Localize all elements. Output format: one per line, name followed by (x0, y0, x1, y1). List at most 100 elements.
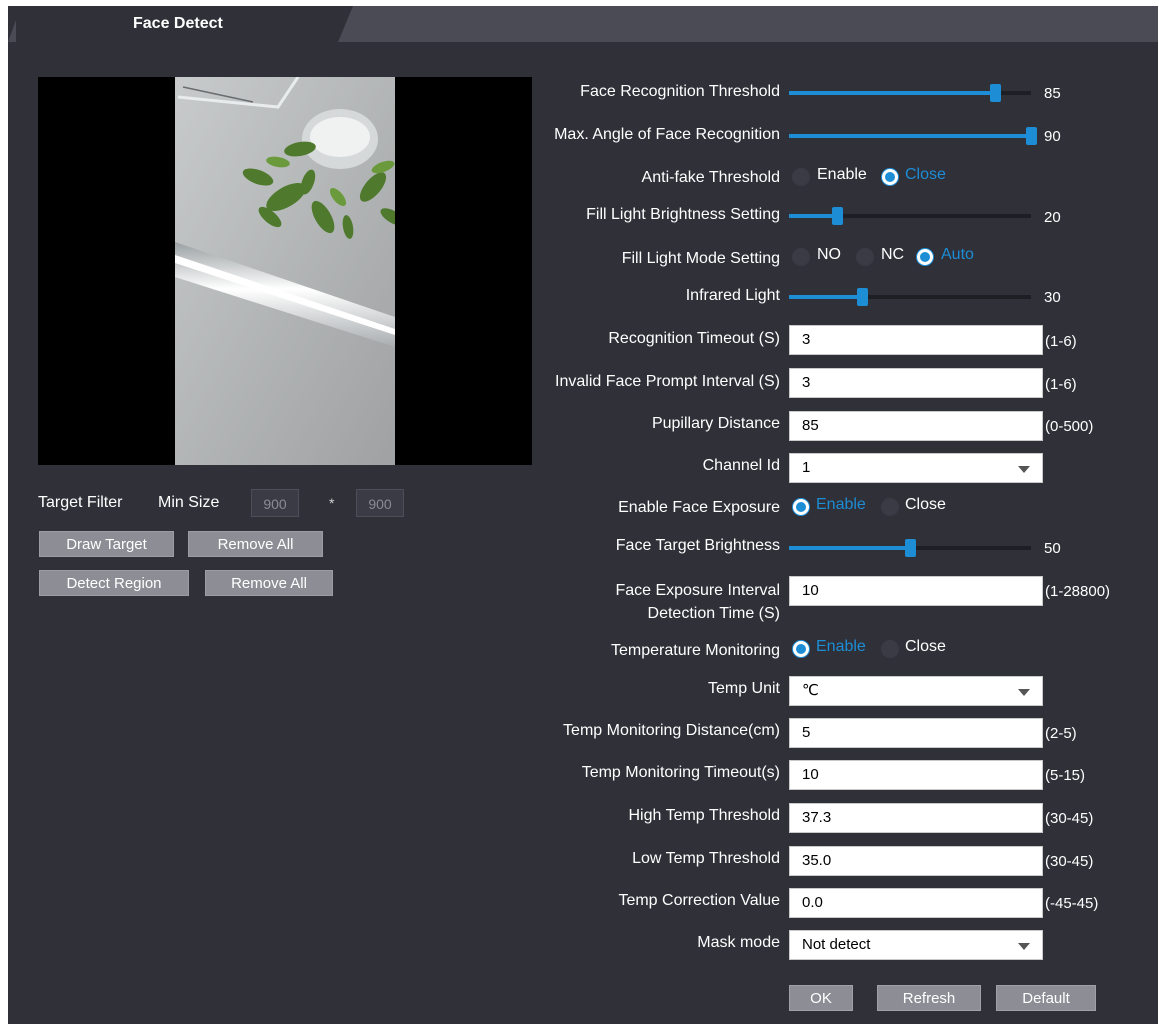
anti-fake-close-label: Close (905, 166, 946, 183)
face-target-brightness-slider[interactable] (789, 539, 1031, 557)
invalid-face-interval-range: (1-6) (1045, 376, 1077, 393)
temp-monitoring-enable-radio[interactable] (792, 640, 810, 658)
default-button[interactable]: Default (996, 985, 1096, 1011)
slider-thumb[interactable] (990, 84, 1001, 102)
min-height-input[interactable]: 900 (356, 489, 404, 517)
invalid-face-interval-input[interactable]: 3 (789, 368, 1043, 398)
chevron-down-icon (1018, 943, 1030, 950)
mask-mode-label: Mask mode (697, 934, 780, 951)
channel-id-select[interactable]: 1 (789, 453, 1043, 483)
max-angle-value: 90 (1044, 128, 1061, 145)
face-exposure-interval-input[interactable]: 10 (789, 576, 1043, 606)
mask-mode-select[interactable]: Not detect (789, 930, 1043, 960)
temp-distance-label: Temp Monitoring Distance(cm) (563, 722, 780, 739)
recognition-timeout-input[interactable]: 3 (789, 325, 1043, 355)
chevron-down-icon (1018, 466, 1030, 473)
enable-face-exposure-label: Enable Face Exposure (618, 499, 780, 516)
slider-fill (789, 214, 837, 218)
temp-distance-input[interactable]: 5 (789, 718, 1043, 748)
slider-fill (789, 546, 910, 550)
max-angle-label: Max. Angle of Face Recognition (554, 126, 780, 143)
slider-thumb[interactable] (832, 207, 843, 225)
anti-fake-enable-label: Enable (817, 166, 867, 183)
high-temp-range: (30-45) (1045, 810, 1094, 827)
ok-button[interactable]: OK (789, 985, 853, 1011)
fill-light-mode-nc-label: NC (881, 246, 905, 263)
min-size-label: Min Size (158, 494, 220, 511)
remove-all-target-button[interactable]: Remove All (188, 531, 323, 557)
mask-mode-value: Not detect (802, 936, 871, 953)
temp-timeout-input[interactable]: 10 (789, 760, 1043, 790)
high-temp-input[interactable]: 37.3 (789, 803, 1043, 833)
temp-timeout-range: (5-15) (1045, 767, 1086, 784)
slider-fill (789, 91, 995, 95)
face-exposure-close-label: Close (905, 496, 946, 513)
temp-monitoring-close-label: Close (905, 638, 946, 655)
max-angle-slider[interactable] (789, 127, 1037, 145)
min-width-input[interactable]: 900 (251, 489, 299, 517)
pupillary-distance-label: Pupillary Distance (651, 415, 780, 432)
temp-unit-select[interactable]: ℃ (789, 676, 1043, 706)
fill-light-brightness-label: Fill Light Brightness Setting (586, 206, 780, 223)
pupillary-distance-range: (0-500) (1045, 418, 1094, 435)
fill-light-mode-nc-radio[interactable] (856, 248, 874, 266)
pupillary-distance-input[interactable]: 85 (789, 411, 1043, 441)
channel-id-value: 1 (802, 459, 811, 476)
recognition-timeout-range: (1-6) (1045, 333, 1077, 350)
temp-correction-input[interactable]: 0.0 (789, 888, 1043, 918)
tab-label: Face Detect (133, 15, 223, 32)
camera-image (38, 77, 532, 465)
anti-fake-enable-radio[interactable] (792, 168, 810, 186)
face-exposure-interval-label-1: Face Exposure Interval (615, 582, 780, 599)
invalid-face-interval-label: Invalid Face Prompt Interval (S) (555, 373, 780, 390)
channel-id-label: Channel Id (702, 457, 780, 474)
tab-face-detect[interactable]: Face Detect (8, 6, 353, 42)
refresh-button[interactable]: Refresh (877, 985, 981, 1011)
remove-all-region-button[interactable]: Remove All (205, 570, 333, 596)
slider-thumb[interactable] (1026, 127, 1037, 145)
temp-monitoring-enable-label: Enable (816, 638, 866, 655)
face-detect-panel: Face Detect Target Filter Min Size 900 *… (8, 6, 1158, 1024)
temp-monitoring-close-radio[interactable] (881, 640, 899, 658)
chevron-down-icon (1018, 689, 1030, 696)
fill-light-brightness-slider[interactable] (789, 207, 1031, 225)
slider-fill (789, 295, 862, 299)
slider-thumb[interactable] (857, 288, 868, 306)
anti-fake-label: Anti-fake Threshold (641, 169, 780, 186)
low-temp-range: (30-45) (1045, 853, 1094, 870)
infrared-light-value: 30 (1044, 289, 1061, 306)
temp-timeout-label: Temp Monitoring Timeout(s) (581, 764, 780, 781)
video-preview[interactable] (38, 77, 532, 465)
temp-correction-range: (-45-45) (1045, 895, 1099, 912)
face-recognition-threshold-value: 85 (1044, 85, 1061, 102)
temperature-monitoring-label: Temperature Monitoring (611, 642, 780, 659)
slider-thumb[interactable] (905, 539, 916, 557)
low-temp-label: Low Temp Threshold (632, 850, 780, 867)
face-exposure-enable-label: Enable (816, 496, 866, 513)
low-temp-input[interactable]: 35.0 (789, 846, 1043, 876)
face-target-brightness-label: Face Target Brightness (615, 537, 780, 554)
fill-light-mode-no-label: NO (817, 246, 841, 263)
face-exposure-interval-label-2: Detection Time (S) (647, 605, 780, 622)
temp-unit-label: Temp Unit (707, 680, 780, 697)
face-exposure-close-radio[interactable] (881, 498, 899, 516)
draw-target-button[interactable]: Draw Target (39, 531, 174, 557)
slider-fill (789, 134, 1031, 138)
face-recognition-threshold-slider[interactable] (789, 84, 1031, 102)
temp-correction-label: Temp Correction Value (618, 892, 780, 909)
infrared-light-label: Infrared Light (685, 287, 780, 304)
anti-fake-close-radio[interactable] (881, 168, 899, 186)
face-exposure-enable-radio[interactable] (792, 498, 810, 516)
fill-light-mode-label: Fill Light Mode Setting (621, 250, 780, 267)
times-symbol: * (329, 495, 335, 511)
face-exposure-interval-range: (1-28800) (1045, 583, 1111, 600)
infrared-light-slider[interactable] (789, 288, 1031, 306)
fill-light-mode-no-radio[interactable] (792, 248, 810, 266)
detect-region-button[interactable]: Detect Region (39, 570, 189, 596)
high-temp-label: High Temp Threshold (628, 807, 781, 824)
target-filter-label: Target Filter (38, 494, 123, 511)
fill-light-mode-auto-radio[interactable] (916, 248, 934, 266)
face-recognition-threshold-label: Face Recognition Threshold (580, 83, 780, 100)
fill-light-brightness-value: 20 (1044, 209, 1061, 226)
fill-light-mode-auto-label: Auto (941, 246, 974, 263)
